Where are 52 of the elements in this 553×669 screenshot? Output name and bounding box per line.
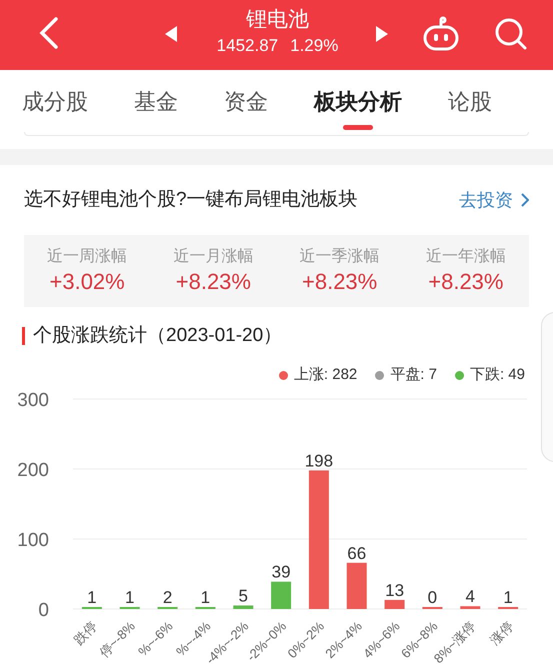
category-label: 跌停 [71, 618, 100, 648]
bar-value: 13 [385, 580, 404, 600]
axis-label: 200 [17, 460, 49, 481]
tab[interactable]: 板块分析 [314, 70, 402, 132]
chevron-right-icon [521, 193, 529, 207]
legend-label: 上涨: 282 [294, 364, 358, 385]
return-value: +8.23% [302, 268, 378, 296]
axis-label: 100 [17, 530, 49, 551]
bar [346, 562, 367, 609]
bar-value: 0 [428, 588, 438, 607]
robot-icon[interactable] [422, 16, 460, 52]
return-label: 近一年涨幅 [426, 246, 506, 267]
legend-label: 下跌: 49 [470, 364, 525, 385]
bar-value: 5 [238, 586, 248, 606]
axis-label: 300 [17, 390, 49, 411]
category-label: 涨停 [487, 618, 516, 648]
axis-label: 0 [38, 600, 49, 621]
page-title: 锂电池 [246, 7, 309, 33]
bar [384, 600, 405, 609]
bar-value: 1 [200, 588, 210, 607]
tab[interactable]: 成分股 [22, 70, 88, 132]
bar-value: 1 [87, 588, 97, 607]
section-title: 个股涨跌统计（2023-01-20） [33, 324, 282, 348]
next-icon[interactable] [376, 26, 388, 42]
tab[interactable]: 基金 [134, 70, 178, 132]
bar [271, 582, 292, 609]
return-label: 近一季涨幅 [300, 246, 380, 267]
bar-value: 1 [503, 588, 513, 607]
return-value: +8.23% [176, 268, 251, 296]
legend-label: 平盘: 7 [390, 364, 437, 385]
return-value: +3.02% [50, 268, 125, 296]
search-icon[interactable] [494, 17, 528, 51]
tab[interactable]: 资金 [224, 70, 268, 132]
bar-value: 66 [347, 544, 366, 563]
bar [233, 606, 254, 609]
return-label: 近一周涨幅 [47, 246, 128, 267]
bar-value: 1 [125, 588, 134, 607]
bar-value: 39 [272, 562, 291, 582]
bar-value: 4 [466, 587, 475, 606]
previous-icon[interactable] [165, 26, 177, 42]
tab[interactable]: 论股 [448, 70, 492, 132]
index-change: 1.29% [290, 35, 338, 57]
back-icon[interactable] [38, 17, 60, 49]
bar [460, 606, 480, 609]
promo-text: 选不好锂电池个股?一键布局锂电池板块 [24, 188, 358, 212]
bar-value: 198 [304, 451, 334, 470]
return-value: +8.23% [428, 268, 504, 296]
bar-value: 2 [162, 588, 172, 607]
section-marker [22, 327, 25, 345]
invest-link[interactable]: 去投资 [459, 186, 529, 214]
return-label: 近一月涨幅 [173, 246, 254, 267]
index-price: 1452.87 [216, 35, 278, 57]
